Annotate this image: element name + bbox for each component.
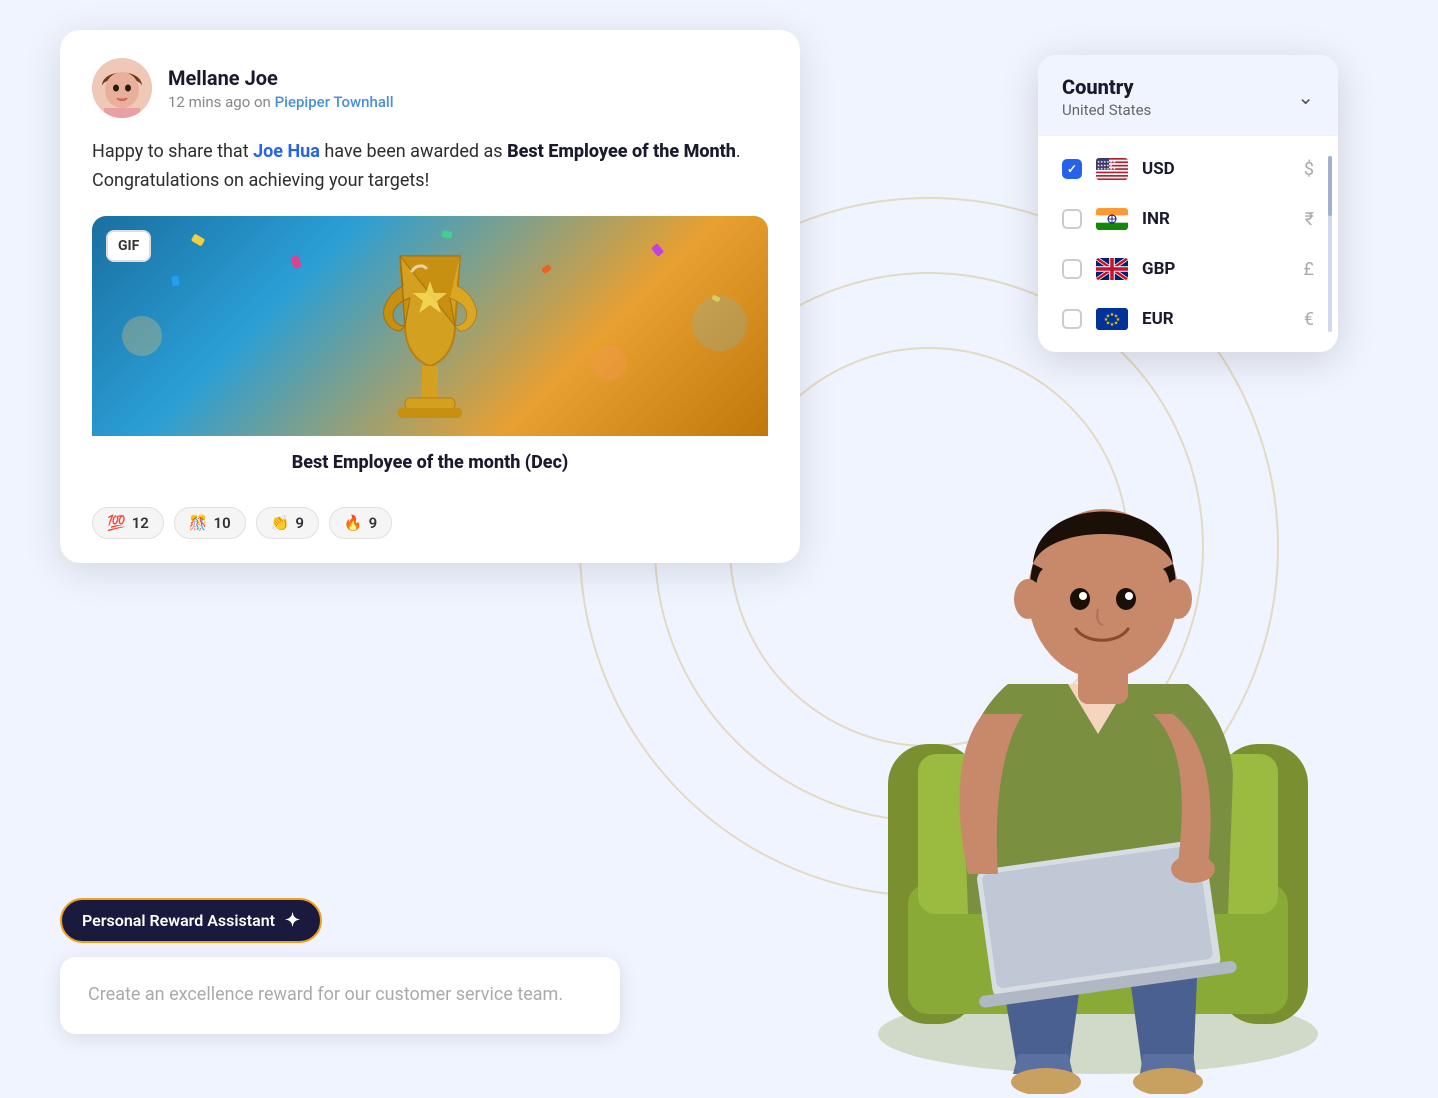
reaction-clap[interactable]: 👏 9 bbox=[256, 507, 319, 539]
assistant-label: Personal Reward Assistant bbox=[82, 911, 275, 930]
svg-text:★: ★ bbox=[1114, 321, 1119, 327]
mentioned-name[interactable]: Joe Hua bbox=[253, 141, 320, 162]
reactions-bar: 💯 12 🎊 10 👏 9 🔥 9 bbox=[92, 507, 768, 539]
currency-item-usd[interactable]: ★★★★★★ ★★★★★ ★★★★★★ USD $ bbox=[1038, 144, 1338, 194]
chevron-down-icon[interactable]: ⌄ bbox=[1297, 85, 1314, 109]
currency-list: ★★★★★★ ★★★★★ ★★★★★★ USD $ bbox=[1038, 136, 1338, 352]
channel-link[interactable]: Piepiper Townhall bbox=[275, 93, 394, 111]
reaction-count: 12 bbox=[132, 514, 149, 532]
reaction-emoji: 👏 bbox=[271, 514, 290, 532]
flag-gbp bbox=[1096, 258, 1128, 280]
reaction-party[interactable]: 🎊 10 bbox=[174, 507, 246, 539]
currency-code-usd: USD bbox=[1142, 159, 1290, 179]
assistant-card: Personal Reward Assistant ✦ Create an ex… bbox=[60, 898, 620, 1034]
reaction-fire[interactable]: 🔥 9 bbox=[329, 507, 392, 539]
reaction-count: 10 bbox=[214, 514, 231, 532]
trophy-image-area: GIF bbox=[92, 216, 768, 489]
person-image bbox=[808, 314, 1388, 1094]
currency-checkbox-gbp[interactable] bbox=[1062, 259, 1082, 279]
currency-code-gbp: GBP bbox=[1142, 259, 1290, 279]
reaction-emoji: 🎊 bbox=[189, 514, 208, 532]
confetti bbox=[171, 275, 180, 286]
currency-checkbox-eur[interactable] bbox=[1062, 309, 1082, 329]
confetti bbox=[191, 233, 205, 246]
reaction-emoji: 💯 bbox=[107, 514, 126, 532]
currency-checkbox-inr[interactable] bbox=[1062, 209, 1082, 229]
gif-badge: GIF bbox=[106, 230, 151, 262]
sparkle-icon: ✦ bbox=[285, 910, 300, 931]
scroll-indicator bbox=[1328, 156, 1332, 332]
country-label: Country bbox=[1062, 75, 1151, 99]
assistant-input-display[interactable]: Create an excellence reward for our cust… bbox=[60, 957, 620, 1034]
currency-header[interactable]: Country United States ⌄ bbox=[1038, 55, 1338, 136]
currency-item-inr[interactable]: INR ₹ bbox=[1038, 194, 1338, 244]
post-card: Mellane Joe 12 mins ago on Piepiper Town… bbox=[60, 30, 800, 563]
author-name: Mellane Joe bbox=[168, 66, 394, 90]
trophy-label: Best Employee of the month (Dec) bbox=[92, 436, 768, 489]
flag-inr bbox=[1096, 208, 1128, 230]
flag-eur: ★ ★ ★ ★ ★ ★ ★ ★ bbox=[1096, 308, 1128, 330]
reaction-100[interactable]: 💯 12 bbox=[92, 507, 164, 539]
flag-usd: ★★★★★★ ★★★★★ ★★★★★★ bbox=[1096, 158, 1128, 180]
currency-symbol-inr: ₹ bbox=[1305, 209, 1314, 230]
trophy-svg bbox=[350, 236, 510, 436]
currency-checkbox-usd[interactable] bbox=[1062, 159, 1082, 179]
main-container: Mellane Joe 12 mins ago on Piepiper Town… bbox=[0, 0, 1438, 1094]
trophy-background: GIF bbox=[92, 216, 768, 436]
post-text: Happy to share that Joe Hua have been aw… bbox=[92, 138, 768, 196]
confetti bbox=[541, 264, 552, 274]
currency-code-inr: INR bbox=[1142, 209, 1291, 229]
currency-item-gbp[interactable]: GBP £ bbox=[1038, 244, 1338, 294]
currency-code-eur: EUR bbox=[1142, 309, 1290, 329]
svg-text:★: ★ bbox=[1110, 322, 1115, 328]
assistant-badge: Personal Reward Assistant ✦ bbox=[60, 898, 322, 943]
post-author-info: Mellane Joe 12 mins ago on Piepiper Town… bbox=[168, 66, 394, 111]
post-time: 12 mins ago on Piepiper Townhall bbox=[168, 93, 394, 111]
currency-item-eur[interactable]: ★ ★ ★ ★ ★ ★ ★ ★ EUR € bbox=[1038, 294, 1338, 344]
reaction-count: 9 bbox=[369, 514, 378, 532]
confetti bbox=[290, 255, 302, 269]
currency-symbol-usd: $ bbox=[1304, 159, 1314, 180]
svg-text:★★★★★★: ★★★★★★ bbox=[1097, 167, 1117, 171]
currency-symbol-gbp: £ bbox=[1304, 259, 1314, 280]
avatar bbox=[92, 58, 152, 118]
reaction-count: 9 bbox=[295, 514, 304, 532]
currency-symbol-eur: € bbox=[1304, 309, 1314, 330]
selected-country: United States bbox=[1062, 101, 1151, 119]
currency-card: Country United States ⌄ bbox=[1038, 55, 1338, 352]
svg-text:★: ★ bbox=[1106, 314, 1111, 320]
reaction-emoji: 🔥 bbox=[344, 514, 363, 532]
post-header: Mellane Joe 12 mins ago on Piepiper Town… bbox=[92, 58, 768, 118]
confetti bbox=[651, 243, 664, 257]
